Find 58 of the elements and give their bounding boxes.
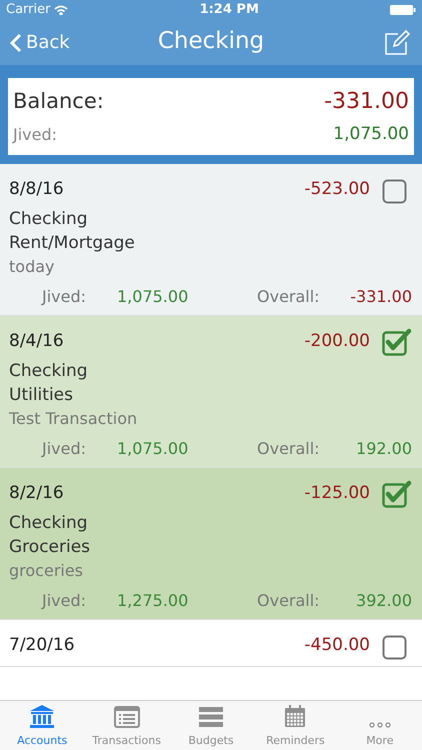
bank-icon [29, 704, 56, 728]
transaction-row[interactable]: 7/20/16 -450.00 [0, 620, 422, 666]
chevron-left-icon [10, 32, 22, 52]
tab[interactable]: Reminders [253, 701, 338, 750]
memo-text: groceries [9, 560, 84, 582]
status-time: 1:24 PM [200, 1, 259, 20]
transaction-row[interactable]: 8/8/16 -523.00 Checking Rent/Mortgage today Jived: 1,075.00 Overall: -331.00 [0, 164, 422, 316]
overall-amount: 192.00 [356, 438, 412, 460]
jived-label: Jived: [40, 590, 88, 612]
memo-text: Test Transaction [9, 408, 138, 430]
transaction-date: 8/8/16 [9, 178, 64, 201]
transaction-date: 8/4/16 [9, 330, 64, 353]
overall-label: Overall: [257, 438, 320, 460]
overall-amount: -331.00 [350, 286, 412, 308]
category-name: Rent/Mortgage [9, 232, 136, 254]
balance-label: Balance: [13, 88, 104, 115]
transaction-amount: -200.00 [304, 330, 370, 353]
transaction-row[interactable]: 8/4/16 -200.00 Checking Utilities Test Transaction Jived: 1,075.00 Overall: 192.00 [0, 316, 422, 468]
transaction-amount: -450.00 [304, 634, 370, 657]
back-button[interactable]: Back [10, 29, 70, 56]
account-name: Checking [9, 512, 89, 534]
jived-label: Jived: [40, 286, 88, 308]
tab[interactable]: Transactions [84, 701, 169, 750]
window-title: Checking [158, 27, 264, 56]
checkbox[interactable] [382, 328, 412, 356]
carrier-label: Carrier [6, 1, 50, 20]
transaction-amount: -523.00 [304, 178, 370, 201]
memo-text: today [9, 256, 56, 278]
compose-icon [384, 30, 410, 56]
stacked-bars-icon [198, 706, 224, 728]
transaction-amount: -125.00 [304, 482, 370, 505]
account-name: Checking [9, 208, 89, 230]
overall-label: Overall: [257, 286, 320, 308]
category-name: Groceries [9, 536, 92, 558]
tab[interactable]: Budgets [168, 701, 254, 750]
battery-icon [390, 5, 416, 15]
calendar-icon [283, 704, 308, 728]
jived-label: Jived: [40, 438, 88, 460]
more-icon [368, 722, 391, 728]
overall-label: Overall: [257, 590, 320, 612]
checkbox[interactable] [382, 480, 412, 508]
overall-amount: 392.00 [356, 590, 412, 612]
balance-amount: -331.00 [324, 88, 409, 116]
jived-label: Jived: [13, 124, 58, 146]
jived-amount: 1,075.00 [117, 286, 190, 308]
edit-button[interactable] [382, 28, 412, 58]
wifi-icon [54, 5, 68, 15]
account-name: Checking [9, 360, 89, 382]
transaction-date: 7/20/16 [9, 634, 75, 657]
tab[interactable]: Accounts [0, 701, 84, 750]
jived-amount: 1,075.00 [333, 123, 409, 146]
transaction-row[interactable]: 8/2/16 -125.00 Checking Groceries groceries Jived: 1,275.00 Overall: 392.00 [0, 468, 422, 620]
transaction-date: 8/2/16 [9, 482, 64, 505]
tab[interactable]: More [338, 701, 422, 750]
category-name: Utilities [9, 384, 74, 406]
list-icon [114, 706, 140, 728]
jived-amount: 1,275.00 [117, 590, 190, 612]
jived-amount: 1,075.00 [117, 438, 190, 460]
